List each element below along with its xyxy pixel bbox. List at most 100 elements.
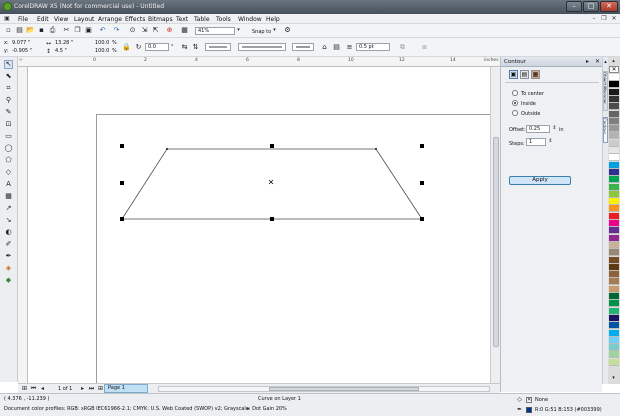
color-swatch[interactable] xyxy=(609,125,619,133)
options-icon[interactable]: ⚙ xyxy=(283,26,292,35)
color-swatch[interactable] xyxy=(609,212,619,220)
offset-field[interactable]: 0.25 xyxy=(526,125,550,133)
smart-fill-tool-icon[interactable]: ⊡ xyxy=(4,120,13,129)
print-icon[interactable]: ⎙ xyxy=(48,26,57,35)
horizontal-ruler[interactable]: ⊹ 0 2 4 6 8 10 12 14 inches xyxy=(18,57,500,67)
text-tool-icon[interactable]: A xyxy=(4,180,13,189)
selection-handle[interactable] xyxy=(120,217,124,221)
contour-acceleration-tab-icon[interactable]: ▦ xyxy=(531,70,540,79)
color-swatch[interactable] xyxy=(609,81,619,89)
color-swatch[interactable] xyxy=(609,110,619,118)
menu-window[interactable]: Window xyxy=(238,16,262,23)
cut-icon[interactable]: ✂ xyxy=(62,26,71,35)
menu-edit[interactable]: Edit xyxy=(37,16,49,23)
close-curve-icon[interactable]: ⌂ xyxy=(320,43,329,52)
new-from-template-icon[interactable]: ▤ xyxy=(15,26,24,35)
menu-tools[interactable]: Tools xyxy=(216,16,231,23)
selection-handle[interactable] xyxy=(420,144,424,148)
width-field[interactable]: 13.28 " xyxy=(55,40,73,46)
mirror-vertical-icon[interactable]: ⇅ xyxy=(191,43,200,52)
color-swatch[interactable] xyxy=(609,168,619,176)
horizontal-scrollbar[interactable] xyxy=(158,386,490,392)
color-swatch[interactable] xyxy=(609,351,619,359)
offset-spinner-icon[interactable]: ⇕ xyxy=(550,124,559,133)
color-swatch[interactable] xyxy=(609,285,619,293)
color-swatch[interactable] xyxy=(609,95,619,103)
fill-tool-icon[interactable]: ◈ xyxy=(4,264,13,273)
open-icon[interactable]: 📂 xyxy=(26,26,35,35)
table-tool-icon[interactable]: ▦ xyxy=(4,192,13,201)
vertical-scrollbar[interactable] xyxy=(490,67,500,383)
selection-handle[interactable] xyxy=(270,144,274,148)
zoom-tool-icon[interactable]: ⚲ xyxy=(4,96,13,105)
color-swatch[interactable] xyxy=(609,322,619,330)
color-swatch[interactable] xyxy=(609,336,619,344)
color-swatch[interactable] xyxy=(609,74,619,81)
import-icon[interactable]: ⇲ xyxy=(140,26,149,35)
previous-page-icon[interactable]: ◂ xyxy=(38,384,47,393)
zoom-dropdown-icon[interactable]: ▾ xyxy=(234,26,243,35)
color-swatch[interactable] xyxy=(609,161,619,169)
end-arrowhead-select[interactable] xyxy=(292,43,314,51)
paste-icon[interactable]: ▣ xyxy=(84,26,93,35)
color-swatch[interactable] xyxy=(609,117,619,125)
outline-pen-icon[interactable]: ✒ xyxy=(4,252,13,261)
doc-minimize-icon[interactable]: – xyxy=(590,15,598,23)
parallel-dimension-tool-icon[interactable]: ↗ xyxy=(4,204,13,213)
color-swatch[interactable] xyxy=(609,263,619,271)
new-page-icon[interactable]: ⊞ xyxy=(20,384,29,393)
scale-y-field[interactable]: 100.0 xyxy=(95,48,109,54)
palette-scroll-down-icon[interactable]: ▾ xyxy=(609,374,618,383)
selection-handle[interactable] xyxy=(420,181,424,185)
color-swatch[interactable] xyxy=(609,344,619,352)
ruler-corner-icon[interactable]: ⊹ xyxy=(19,58,23,63)
y-position-field[interactable]: -0.905 " xyxy=(12,48,32,54)
shape-tool-icon[interactable]: ⬉ xyxy=(4,72,13,81)
color-swatch[interactable] xyxy=(609,88,619,96)
color-swatch[interactable] xyxy=(609,154,619,162)
menu-table[interactable]: Table xyxy=(194,16,210,23)
last-page-icon[interactable]: ⏭ xyxy=(87,384,96,393)
zoom-level-field[interactable]: 41% xyxy=(195,27,235,35)
outline-width-field[interactable]: 0.5 pt xyxy=(356,43,390,51)
color-swatch[interactable] xyxy=(609,139,619,147)
color-swatch[interactable] xyxy=(609,234,619,242)
menu-view[interactable]: View xyxy=(54,16,68,23)
line-style-select[interactable] xyxy=(238,43,286,51)
color-swatch[interactable] xyxy=(609,132,619,140)
contour-color-tab-icon[interactable]: ▤ xyxy=(520,70,529,79)
page-tab[interactable]: Page 1 xyxy=(104,384,148,393)
document-menu-icon[interactable]: ▣ xyxy=(3,15,11,23)
doc-close-icon[interactable]: ✕ xyxy=(610,15,618,23)
application-launcher-icon[interactable]: ⊕ xyxy=(165,26,174,35)
color-swatch[interactable] xyxy=(609,256,619,264)
height-field[interactable]: 4.5 " xyxy=(55,48,67,54)
selection-handle[interactable] xyxy=(420,217,424,221)
menu-effects[interactable]: Effects xyxy=(125,16,145,23)
ellipse-tool-icon[interactable]: ◯ xyxy=(4,144,13,153)
color-swatch[interactable] xyxy=(609,227,619,235)
menu-text[interactable]: Text xyxy=(176,16,188,23)
color-swatch[interactable] xyxy=(609,103,619,111)
welcome-screen-icon[interactable]: ▦ xyxy=(180,26,189,35)
menu-help[interactable]: Help xyxy=(266,16,280,23)
apply-button[interactable]: Apply xyxy=(509,176,571,185)
menu-arrange[interactable]: Arrange xyxy=(98,16,122,23)
color-swatch[interactable] xyxy=(609,249,619,257)
vertical-scroll-thumb[interactable] xyxy=(493,137,499,347)
contour-steps-tab-icon[interactable]: ▣ xyxy=(509,70,518,79)
steps-field[interactable]: 1 xyxy=(526,138,546,146)
wrap-text-icon[interactable]: ▤ xyxy=(332,43,341,52)
minimize-button[interactable]: – xyxy=(566,1,582,12)
redo-icon[interactable]: ↷ xyxy=(112,26,121,35)
polygon-tool-icon[interactable]: ⬠ xyxy=(4,156,13,165)
docker-pin-icon[interactable]: ▸ xyxy=(583,57,592,66)
to-center-radio[interactable] xyxy=(512,90,518,96)
undo-icon[interactable]: ↶ xyxy=(98,26,107,35)
color-swatch[interactable] xyxy=(609,241,619,249)
selection-handle[interactable] xyxy=(270,217,274,221)
close-button[interactable]: ✕ xyxy=(600,1,618,12)
color-swatch[interactable] xyxy=(609,176,619,184)
selection-handle[interactable] xyxy=(120,181,124,185)
color-swatch[interactable] xyxy=(609,314,619,322)
